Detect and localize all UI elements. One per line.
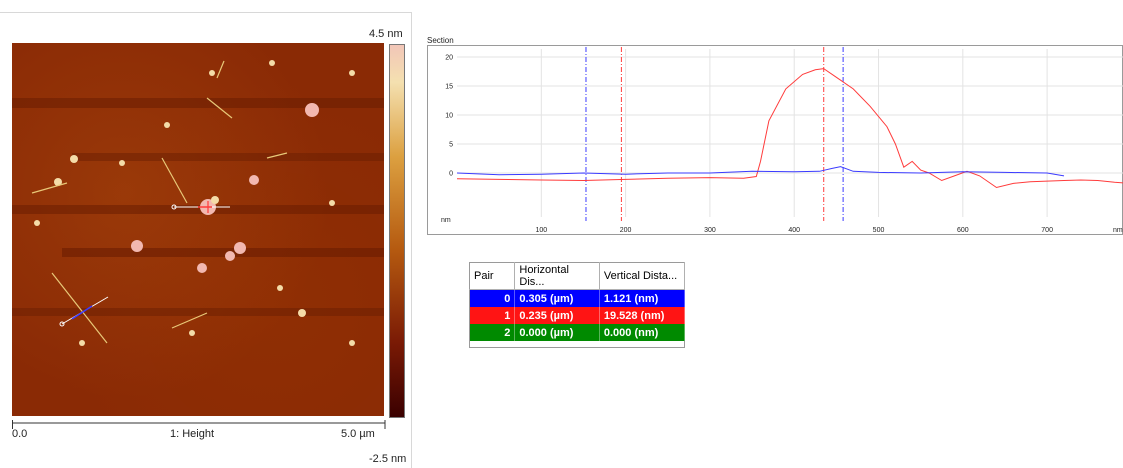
particle bbox=[119, 160, 125, 166]
fibre bbox=[216, 60, 225, 79]
scan-streak bbox=[62, 248, 384, 257]
table-cell-pair: 0 bbox=[469, 289, 516, 307]
table-header-vertical[interactable]: Vertical Dista... bbox=[599, 262, 686, 290]
y-tick-label: 10 bbox=[445, 113, 453, 120]
afm-image-panel: 0.0 1: Height 5.0 µm bbox=[0, 12, 412, 468]
scan-streak bbox=[12, 308, 384, 316]
particle bbox=[298, 309, 306, 317]
x-tick-label: 100 bbox=[535, 227, 547, 234]
table-header-horizontal[interactable]: Horizontal Dis... bbox=[514, 262, 600, 290]
particle bbox=[189, 330, 195, 336]
table-header-pair[interactable]: Pair bbox=[469, 262, 516, 290]
particle bbox=[34, 220, 40, 226]
table-cell-vertical: 19.528 (nm) bbox=[599, 307, 686, 324]
table-row[interactable]: 0 0.305 (µm) 1.121 (nm) bbox=[469, 289, 686, 307]
y-tick-label: 0 bbox=[449, 171, 453, 178]
afm-features bbox=[12, 60, 384, 346]
particle bbox=[225, 251, 235, 261]
section-chart[interactable]: 100 200 300 400 500 600 700 0 5 10 15 20 nm nm bbox=[427, 45, 1123, 235]
section-measurement-table: Pair Horizontal Dis... Vertical Dista...… bbox=[469, 262, 686, 348]
particle bbox=[349, 340, 355, 346]
particle bbox=[70, 155, 78, 163]
fibre bbox=[31, 182, 68, 194]
particle bbox=[211, 196, 219, 204]
particle bbox=[269, 60, 275, 66]
panel-right-border bbox=[411, 12, 412, 468]
table-cell-horizontal: 0.305 (µm) bbox=[514, 289, 600, 307]
afm-height-image[interactable] bbox=[12, 43, 384, 416]
scan-streak bbox=[12, 98, 384, 108]
table-cell-horizontal: 0.000 (µm) bbox=[514, 324, 600, 341]
particle bbox=[79, 340, 85, 346]
table-cell-vertical: 1.121 (nm) bbox=[599, 289, 686, 307]
x-tick-label: 700 bbox=[1041, 227, 1053, 234]
particle bbox=[277, 285, 283, 291]
y-tick-label: 15 bbox=[445, 84, 453, 91]
color-scale-min-label: -2.5 nm bbox=[369, 453, 407, 465]
image-x-start-label: 0.0 bbox=[12, 428, 28, 440]
particle bbox=[329, 200, 335, 206]
y-tick-label: 20 bbox=[445, 55, 453, 62]
table-cell-pair: 2 bbox=[469, 324, 516, 341]
scan-streak bbox=[72, 153, 384, 161]
table-header-row: Pair Horizontal Dis... Vertical Dista... bbox=[469, 262, 686, 290]
image-x-end-label: 5.0 µm bbox=[341, 428, 375, 440]
x-tick-label: 200 bbox=[620, 227, 632, 234]
table-cell-horizontal: 0.235 (µm) bbox=[514, 307, 600, 324]
particle bbox=[349, 70, 355, 76]
particle bbox=[305, 103, 319, 117]
image-channel-label: 1: Height bbox=[170, 428, 215, 440]
color-scale-max-label: 4.5 nm bbox=[369, 28, 403, 40]
table-row[interactable]: 1 0.235 (µm) 19.528 (nm) bbox=[469, 307, 686, 324]
particle bbox=[131, 240, 143, 252]
particle bbox=[209, 70, 215, 76]
fibre bbox=[161, 157, 188, 204]
table-row[interactable]: 2 0.000 (µm) 0.000 (nm) bbox=[469, 324, 686, 341]
panel-top-border bbox=[0, 12, 412, 13]
x-tick-label: 300 bbox=[704, 227, 716, 234]
y-unit-label: nm bbox=[441, 217, 451, 224]
particle bbox=[197, 263, 207, 273]
y-tick-label: 5 bbox=[449, 142, 453, 149]
x-unit-label: nm bbox=[1113, 227, 1123, 234]
height-color-scale bbox=[389, 44, 405, 418]
particle bbox=[164, 122, 170, 128]
particle bbox=[234, 242, 246, 254]
section-chart-title: Section bbox=[427, 36, 454, 45]
chart-frame bbox=[427, 45, 1123, 235]
table-cell-vertical: 0.000 (nm) bbox=[599, 324, 686, 341]
particle bbox=[249, 175, 259, 185]
x-tick-label: 600 bbox=[957, 227, 969, 234]
table-empty-row bbox=[469, 341, 685, 348]
x-tick-label: 500 bbox=[873, 227, 885, 234]
x-tick-label: 400 bbox=[788, 227, 800, 234]
table-cell-pair: 1 bbox=[469, 307, 516, 324]
